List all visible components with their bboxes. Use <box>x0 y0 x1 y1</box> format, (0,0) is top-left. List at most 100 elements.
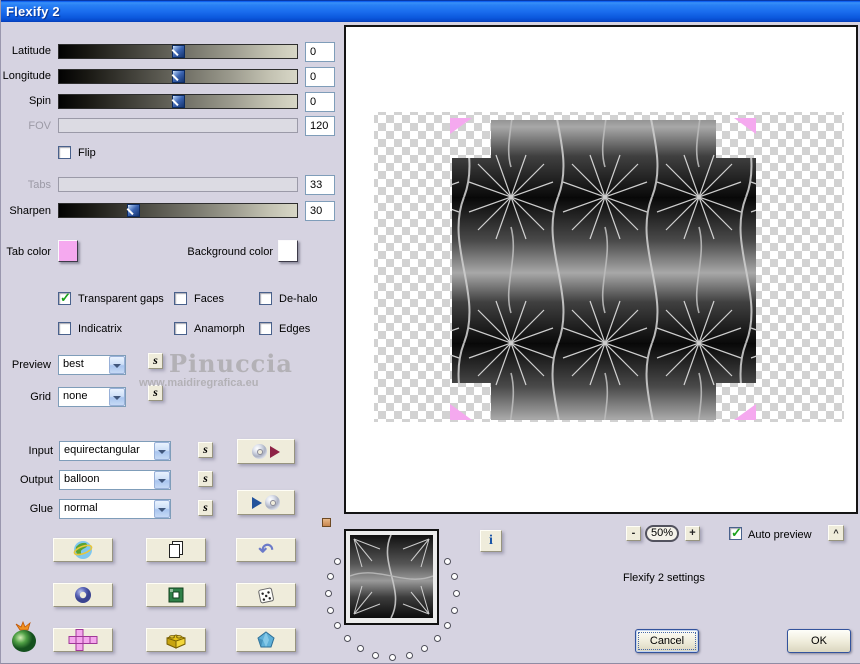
output-dropdown-label: Output <box>1 474 53 487</box>
background-color-swatch[interactable] <box>278 240 298 262</box>
sharpen-slider-thumb[interactable] <box>127 204 140 217</box>
preview-render <box>346 27 856 512</box>
dial-handle[interactable] <box>322 518 331 527</box>
tabs-value[interactable]: 33 <box>305 175 335 195</box>
lego-brick-icon <box>164 630 188 650</box>
spin-label: Spin <box>1 95 51 108</box>
save-image-button[interactable] <box>237 490 295 515</box>
faces-checkbox[interactable] <box>174 292 187 305</box>
longitude-value[interactable]: 0 <box>305 67 335 87</box>
glue-settings-button[interactable]: s <box>198 500 213 516</box>
output-dropdown-value: balloon <box>64 473 99 485</box>
chevron-down-icon[interactable] <box>154 471 170 489</box>
auto-preview-label: Auto preview <box>748 529 812 542</box>
chevron-down-icon[interactable] <box>109 388 125 406</box>
latitude-slider-thumb[interactable] <box>172 45 185 58</box>
sharpen-slider[interactable] <box>58 203 298 218</box>
latitude-slider[interactable] <box>58 44 298 59</box>
input-dropdown-label: Input <box>1 445 53 458</box>
background-color-label: Background color <box>179 246 273 259</box>
source-thumbnail[interactable] <box>344 529 439 625</box>
flaming-pear-icon <box>7 620 43 656</box>
dial-dot <box>334 558 341 565</box>
tabs-slider <box>58 177 298 192</box>
glue-dropdown-label: Glue <box>1 503 53 516</box>
sharpen-value[interactable]: 30 <box>305 201 335 221</box>
indicatrix-checkbox[interactable] <box>58 322 71 335</box>
dial-dot <box>451 607 458 614</box>
indicatrix-label: Indicatrix <box>78 323 122 336</box>
glue-dropdown[interactable]: normal <box>59 499 171 519</box>
dial-dot <box>325 590 332 597</box>
dial-dot <box>421 645 428 652</box>
gem-button[interactable] <box>236 628 296 652</box>
spin-slider[interactable] <box>58 94 298 109</box>
zoom-level[interactable]: 50% <box>645 525 679 542</box>
dial-dot <box>327 573 334 580</box>
input-dropdown-value: equirectangular <box>64 444 140 456</box>
fov-value[interactable]: 120 <box>305 116 335 136</box>
load-image-button[interactable] <box>237 439 295 464</box>
info-button[interactable]: i <box>480 530 502 552</box>
spin-slider-thumb[interactable] <box>172 95 185 108</box>
preview-dropdown[interactable]: best <box>58 355 126 375</box>
dial-dot <box>406 652 413 659</box>
ring-button[interactable] <box>53 583 113 607</box>
disc-icon <box>252 444 267 459</box>
preview-settings-button[interactable]: s <box>148 353 163 369</box>
latitude-value[interactable]: 0 <box>305 42 335 62</box>
flip-checkbox[interactable] <box>58 146 71 159</box>
copy-button[interactable] <box>146 538 206 562</box>
transparent-gaps-label: Transparent gaps <box>78 293 164 306</box>
play-right-blue-icon <box>252 497 262 509</box>
chevron-down-icon[interactable] <box>154 442 170 460</box>
unfold-button[interactable] <box>53 628 113 652</box>
grid-dropdown[interactable]: none <box>58 387 126 407</box>
dial-dot <box>372 652 379 659</box>
dial-dot <box>327 607 334 614</box>
dial-dot <box>451 573 458 580</box>
ok-button[interactable]: OK <box>787 629 851 653</box>
planet-icon <box>73 540 93 560</box>
transparent-gaps-checkbox[interactable] <box>58 292 71 305</box>
fov-slider <box>58 118 298 133</box>
spin-value[interactable]: 0 <box>305 92 335 112</box>
undo-button[interactable]: ↶ <box>236 538 296 562</box>
chip-icon <box>166 585 186 605</box>
random-button[interactable] <box>236 583 296 607</box>
output-dropdown[interactable]: balloon <box>59 470 171 490</box>
dehalo-checkbox[interactable] <box>259 292 272 305</box>
longitude-slider[interactable] <box>58 69 298 84</box>
input-dropdown[interactable]: equirectangular <box>59 441 171 461</box>
grid-dropdown-label: Grid <box>1 391 51 404</box>
lego-button[interactable] <box>146 628 206 652</box>
chevron-down-icon[interactable] <box>154 500 170 518</box>
preview-canvas[interactable] <box>344 25 858 514</box>
output-settings-button[interactable]: s <box>198 471 213 487</box>
tab-color-swatch[interactable] <box>58 240 78 262</box>
input-settings-button[interactable]: s <box>198 442 213 458</box>
longitude-label: Longitude <box>1 70 51 83</box>
dehalo-label: De-halo <box>279 293 318 306</box>
cancel-button[interactable]: Cancel <box>635 629 699 653</box>
zoom-out-button[interactable]: - <box>626 526 641 541</box>
titlebar[interactable]: Flexify 2 <box>1 0 860 22</box>
chevron-down-icon[interactable] <box>109 356 125 374</box>
dial-dot <box>334 622 341 629</box>
grid-dropdown-value: none <box>63 390 87 402</box>
anamorph-checkbox[interactable] <box>174 322 187 335</box>
edges-checkbox[interactable] <box>259 322 272 335</box>
dial-dot <box>453 590 460 597</box>
watermark-site: www.maidiregrafica.eu <box>139 377 258 389</box>
dial-dot <box>357 645 364 652</box>
window-title: Flexify 2 <box>6 4 60 19</box>
longitude-slider-thumb[interactable] <box>172 70 185 83</box>
zoom-in-button[interactable]: + <box>685 526 700 541</box>
chip-button[interactable] <box>146 583 206 607</box>
collapse-button[interactable]: ^ <box>828 525 844 541</box>
copy-icon <box>166 540 186 560</box>
faces-label: Faces <box>194 293 224 306</box>
planet-button[interactable] <box>53 538 113 562</box>
gem-icon <box>256 630 276 650</box>
auto-preview-checkbox[interactable] <box>729 527 742 540</box>
